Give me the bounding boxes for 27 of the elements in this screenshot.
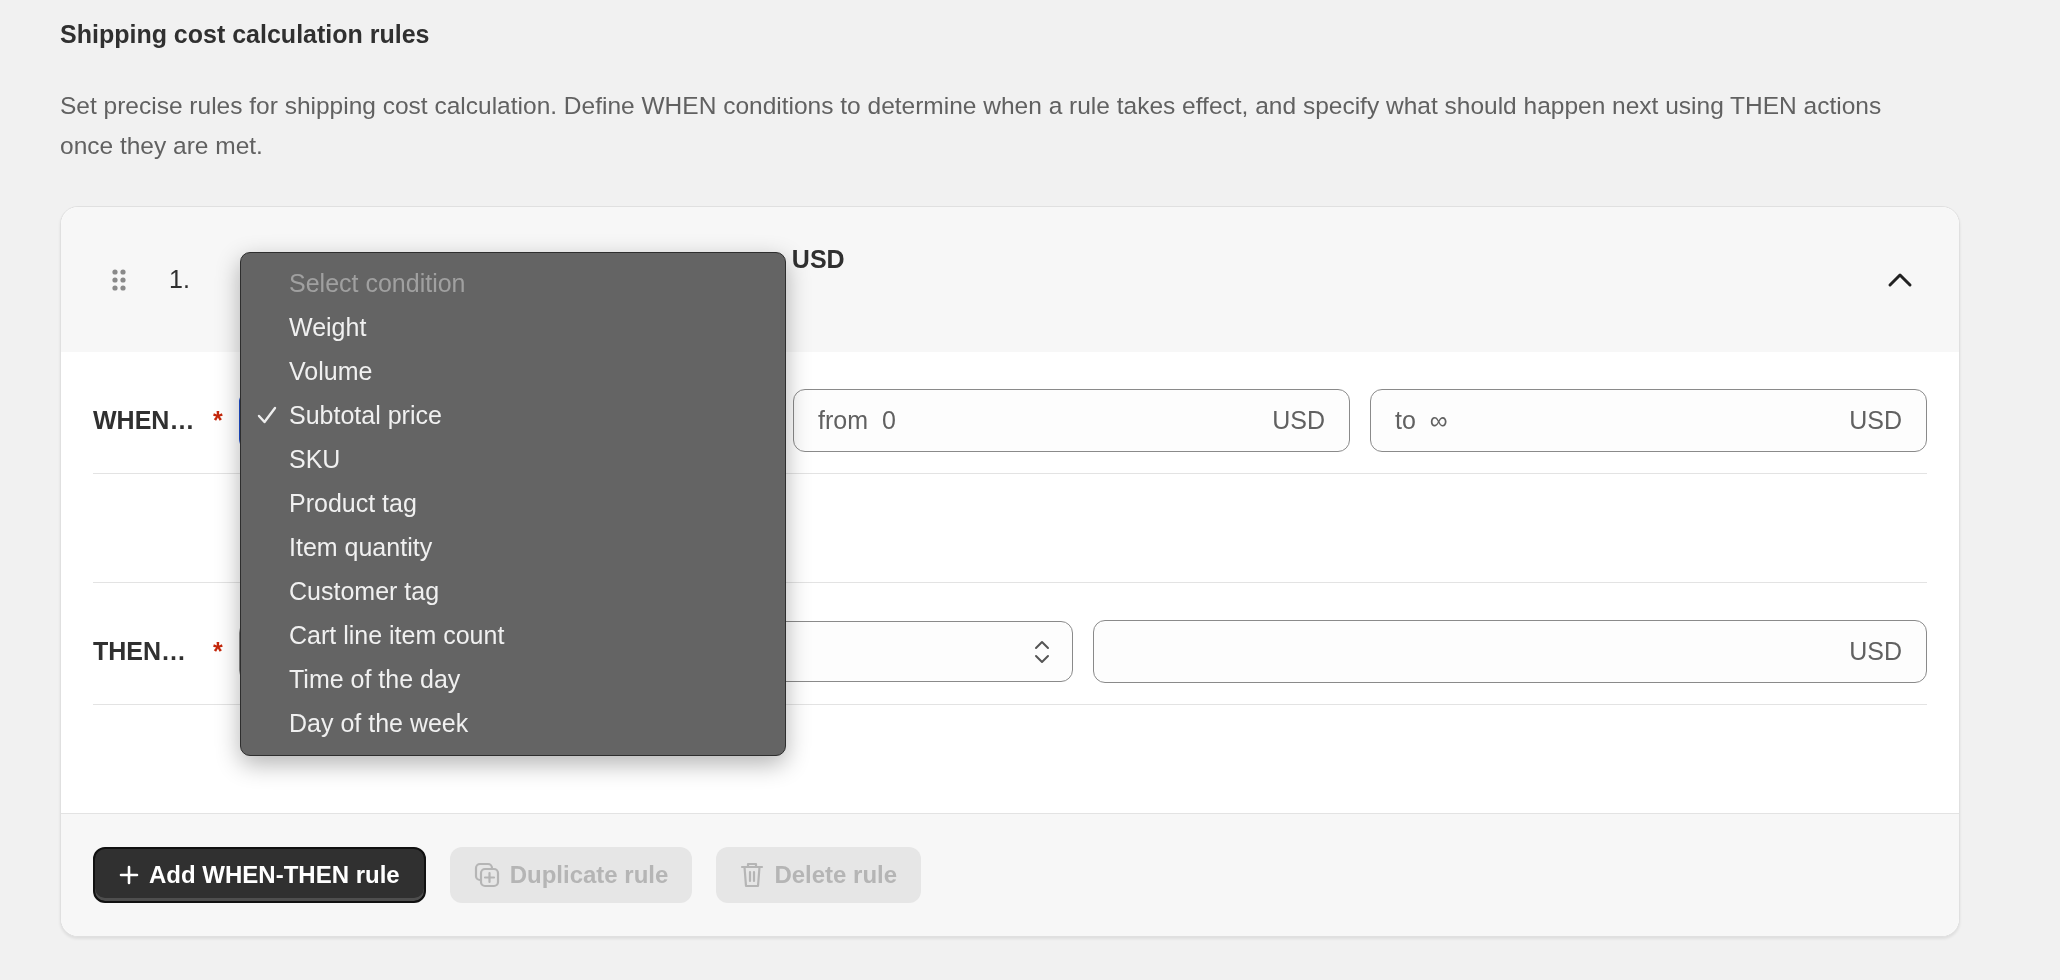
when-label: WHEN… <box>93 406 196 435</box>
menu-option[interactable]: Time of the day <box>241 657 785 701</box>
rule-summary: USD <box>791 245 845 274</box>
plus-icon <box>119 865 139 885</box>
menu-option[interactable]: Day of the week <box>241 701 785 745</box>
to-field[interactable]: to ∞ USD <box>1370 389 1927 452</box>
drag-handle-icon[interactable] <box>111 267 127 292</box>
section-title: Shipping cost calculation rules <box>60 19 431 50</box>
action-button[interactable]: Add WHEN-THEN rule <box>93 847 426 903</box>
menu-option[interactable]: Item quantity <box>241 525 785 569</box>
rule-number: 1. <box>169 265 190 294</box>
menu-option[interactable]: Subtotal price <box>241 393 785 437</box>
menu-option[interactable]: Product tag <box>241 481 785 525</box>
menu-option[interactable]: Customer tag <box>241 569 785 613</box>
chevron-icon[interactable] <box>1887 271 1913 288</box>
menu-option[interactable]: SKU <box>241 437 785 481</box>
menu-option[interactable]: Volume <box>241 349 785 393</box>
section-description: Set precise rules for shipping cost calculation. Define WHEN conditions to determine when a rule takes effect, and specify what should happen next using THEN actions once they are met. <box>60 91 1883 161</box>
trash-icon <box>740 861 765 889</box>
copy-icon <box>473 862 500 888</box>
amount-field[interactable]: USD <box>1093 620 1927 683</box>
then-label: THEN… <box>93 637 188 666</box>
updown-icon <box>1034 638 1050 665</box>
menu-option[interactable]: Cart line item count <box>241 613 785 657</box>
from-field[interactable]: from 0 USD <box>793 389 1350 452</box>
menu-option[interactable]: Weight <box>241 305 785 349</box>
menu-prompt: Select condition <box>288 267 467 299</box>
